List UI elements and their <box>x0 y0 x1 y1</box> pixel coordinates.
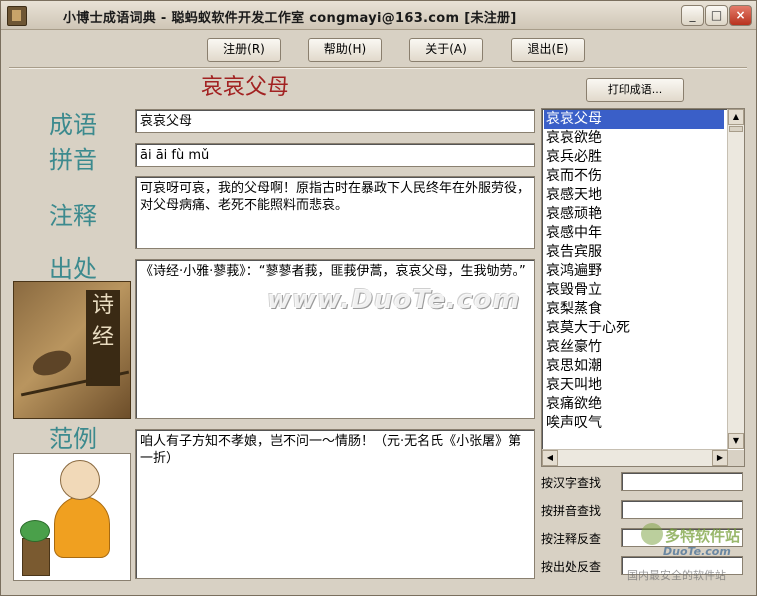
idiom-label: 成语 <box>49 111 97 139</box>
print-idiom-button[interactable]: 打印成语... <box>586 78 684 102</box>
source-label: 出处 <box>49 255 97 283</box>
idiom-list-item[interactable]: 哀兵必胜 <box>544 148 724 167</box>
scroll-right-arrow-icon[interactable]: ▶ <box>712 450 728 466</box>
idiom-list-item[interactable]: 哀丝豪竹 <box>544 338 724 357</box>
exit-button[interactable]: 退出(E) <box>511 38 585 62</box>
idiom-list-item[interactable]: 哀痛欲绝 <box>544 395 724 414</box>
main-window: 小博士成语词典 - 聪蚂蚁软件开发工作室 congmayi@163.com [未… <box>0 0 757 596</box>
close-button[interactable]: × <box>729 5 752 26</box>
duote-corner-watermark: 多特软件站 DuoTe.com 国内最安全的软件站 <box>627 523 753 582</box>
search-by-explanation-label: 按注释反查 <box>541 532 602 546</box>
window-title: 小博士成语词典 - 聪蚂蚁软件开发工作室 congmayi@163.com [未… <box>63 11 517 26</box>
search-by-source-label: 按出处反查 <box>541 560 602 574</box>
idiom-field[interactable]: 哀哀父母 <box>135 109 535 133</box>
about-button[interactable]: 关于(A) <box>409 38 483 62</box>
idiom-list-item[interactable]: 哀而不伤 <box>544 167 724 186</box>
vertical-scrollbar[interactable]: ▲ ▼ <box>727 109 744 449</box>
help-button[interactable]: 帮助(H) <box>308 38 382 62</box>
scroll-corner <box>728 450 744 466</box>
bird-decoration <box>29 345 75 381</box>
robe-shape <box>54 496 110 558</box>
horizontal-scrollbar[interactable]: ◀ ▶ <box>542 449 728 466</box>
duote-logo-icon <box>641 523 663 545</box>
scroll-thumb[interactable] <box>729 126 743 132</box>
duote-brand-text: 多特软件站 <box>665 527 741 545</box>
duote-url-text: DuoTe.com <box>663 545 731 558</box>
stump-shape <box>22 538 50 576</box>
frog-shape <box>20 520 50 542</box>
search-by-char-input[interactable] <box>621 472 743 491</box>
register-button[interactable]: 注册(R) <box>207 38 281 62</box>
headword-title: 哀哀父母 <box>201 75 290 100</box>
example-field[interactable]: 咱人有子方知不孝娘，岂不问一～情肠！（元·无名氏《小张屠》第一折） <box>135 429 535 579</box>
minimize-button[interactable]: _ <box>681 5 704 26</box>
idiom-list-item[interactable]: 哀感天地 <box>544 186 724 205</box>
duote-watermark: www.DuoTe.com <box>267 285 521 315</box>
duote-slogan-text: 国内最安全的软件站 <box>627 569 726 582</box>
idiom-list-item[interactable]: 唉声叹气 <box>544 414 724 433</box>
idiom-list-item[interactable]: 哀思如潮 <box>544 357 724 376</box>
example-label: 范例 <box>49 425 97 453</box>
idiom-list-item[interactable]: 哀鸿遍野 <box>544 262 724 281</box>
explanation-label: 注释 <box>49 202 97 230</box>
scroll-up-arrow-icon[interactable]: ▲ <box>728 109 744 125</box>
title-bar[interactable]: 小博士成语词典 - 聪蚂蚁软件开发工作室 congmayi@163.com [未… <box>1 1 756 30</box>
pinyin-label: 拼音 <box>49 146 97 174</box>
idiom-listbox[interactable]: 哀哀父母 哀哀欲绝 哀兵必胜 哀而不伤 哀感天地 哀感顽艳 哀感中年 哀告宾服 哀鸿遍野 哀毁骨立… <box>541 108 745 467</box>
idiom-list[interactable]: 哀哀父母 哀哀欲绝 哀兵必胜 哀而不伤 哀感天地 哀感顽艳 哀感中年 哀告宾服 哀鸿遍野 哀毁骨立… <box>542 109 744 433</box>
search-by-char-label: 按汉字查找 <box>541 476 602 490</box>
book-title-text: 诗经 <box>86 290 120 386</box>
head-shape <box>60 460 100 500</box>
book-cover-image: 诗经 <box>13 281 131 419</box>
idiom-list-item[interactable]: 哀感中年 <box>544 224 724 243</box>
scroll-left-arrow-icon[interactable]: ◀ <box>542 450 558 466</box>
idiom-list-item[interactable]: 哀梨蒸食 <box>544 300 724 319</box>
search-by-pinyin-label: 按拼音查找 <box>541 504 602 518</box>
idiom-list-item[interactable]: 哀毁骨立 <box>544 281 724 300</box>
explanation-field[interactable]: 可哀呀可哀，我的父母啊！原指古时在暴政下人民终年在外服劳役，对父母病痛、老死不能… <box>135 176 535 249</box>
maximize-button[interactable]: □ <box>705 5 728 26</box>
source-field[interactable]: 《诗经·小雅·蓼莪》：“蓼蓼者莪，匪莪伊蒿，哀哀父母，生我劬劳。” <box>135 259 535 419</box>
idiom-list-item[interactable]: 哀天叫地 <box>544 376 724 395</box>
idiom-list-item[interactable]: 哀告宾服 <box>544 243 724 262</box>
search-by-pinyin-input[interactable] <box>621 500 743 519</box>
toolbar-separator <box>9 67 747 69</box>
book-app-icon[interactable] <box>7 6 27 26</box>
idiom-list-item[interactable]: 哀哀欲绝 <box>544 129 724 148</box>
scroll-down-arrow-icon[interactable]: ▼ <box>728 433 744 449</box>
idiom-list-item[interactable]: 哀哀父母 <box>544 110 724 129</box>
pinyin-field[interactable]: āi āi fù mǔ <box>135 143 535 167</box>
idiom-list-item[interactable]: 哀莫大于心死 <box>544 319 724 338</box>
idiom-list-item[interactable]: 哀感顽艳 <box>544 205 724 224</box>
monk-illustration <box>13 453 131 581</box>
